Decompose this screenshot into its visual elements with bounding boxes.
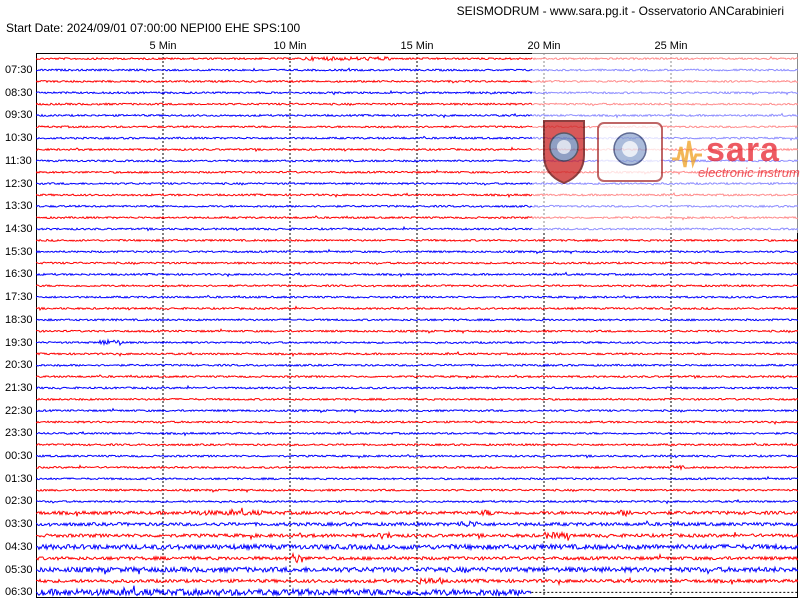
trace-row-19 — [36, 271, 798, 278]
y-tick-label: 10:30 — [5, 132, 33, 145]
y-tick-label: 14:30 — [5, 222, 33, 235]
y-tick-label: 07:30 — [5, 64, 33, 77]
y-tick-label: 13:30 — [5, 200, 33, 213]
helicorder-svg — [36, 53, 798, 598]
trace-row-18 — [36, 261, 798, 266]
y-tick-label: 09:30 — [5, 109, 33, 122]
y-tick-label: 20:30 — [5, 359, 33, 372]
y-tick-label: 17:30 — [5, 291, 33, 304]
y-tick-label: 22:30 — [5, 404, 33, 417]
y-tick-label: 01:30 — [5, 472, 33, 485]
y-tick-label: 00:30 — [5, 450, 33, 463]
y-tick-label: 23:30 — [5, 427, 33, 440]
chart-title: SEISMODRUM - www.sara.pg.it - Osservator… — [456, 4, 784, 18]
y-tick-label: 11:30 — [5, 154, 32, 167]
y-tick-label: 03:30 — [5, 518, 33, 531]
y-tick-label: 04:30 — [5, 540, 33, 553]
x-tick-label: 20 Min — [527, 40, 561, 52]
y-tick-label: 15:30 — [5, 245, 33, 258]
trace-row-27 — [36, 363, 798, 368]
y-tick-label: 21:30 — [5, 381, 33, 394]
trace-row-21 — [36, 294, 798, 301]
y-tick-label: 02:30 — [5, 495, 33, 508]
y-tick-label: 18:30 — [5, 313, 33, 326]
x-tick-label: 10 Min — [273, 40, 307, 52]
x-tick-label: 15 Min — [400, 40, 434, 52]
trace-row-23 — [36, 317, 798, 322]
y-tick-label: 08:30 — [5, 86, 33, 99]
y-tick-label: 16:30 — [5, 268, 33, 281]
helicorder-plot — [36, 53, 798, 598]
trace-row-16 — [36, 238, 798, 243]
trace-row-11 — [36, 181, 798, 186]
y-tick-label: 19:30 — [5, 336, 33, 349]
trace-row-25 — [36, 338, 798, 347]
y-tick-label: 06:30 — [5, 586, 33, 599]
trace-row-37 — [36, 475, 798, 481]
trace-row-47 — [36, 585, 532, 598]
x-tick-label: 25 Min — [654, 40, 688, 52]
trace-row-39 — [36, 498, 798, 505]
y-tick-label: 12:30 — [5, 177, 33, 190]
y-tick-label: 05:30 — [5, 563, 33, 576]
x-tick-label: 5 Min — [149, 40, 177, 52]
start-date-label: Start Date: 2024/09/01 07:00:00 NEPI00 E… — [6, 21, 301, 35]
